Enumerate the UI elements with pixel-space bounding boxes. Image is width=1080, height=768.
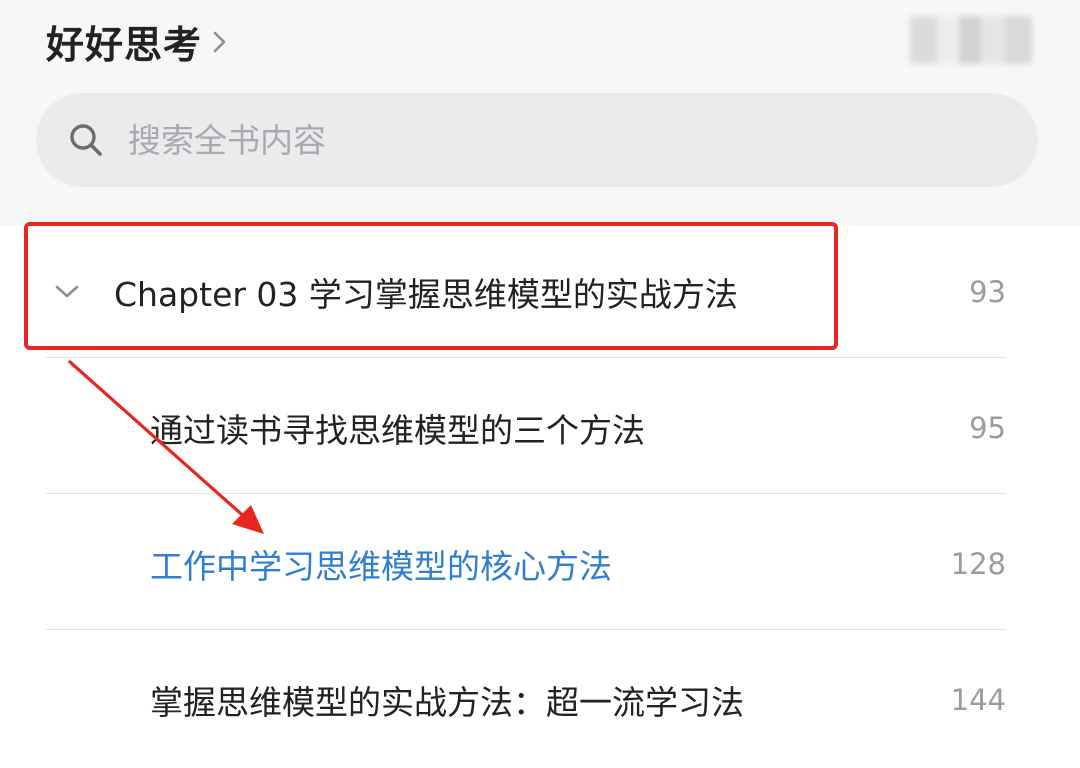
section-title: 通过读书寻找思维模型的三个方法 <box>150 411 645 450</box>
chapter-title: Chapter 03 学习掌握思维模型的实战方法 <box>114 275 738 314</box>
chapter-page-number: 93 <box>969 275 1006 309</box>
divider <box>46 357 1006 358</box>
search-icon <box>66 120 106 160</box>
chevron-down-icon[interactable] <box>52 277 82 307</box>
search-bar[interactable] <box>36 93 1038 187</box>
section-page-number: 128 <box>950 547 1006 581</box>
section-title-active: 工作中学习思维模型的核心方法 <box>150 547 612 586</box>
toc-section-row[interactable]: 通过读书寻找思维模型的三个方法 95 <box>46 360 1006 496</box>
section-page-number: 144 <box>950 683 1006 717</box>
divider <box>46 493 1006 494</box>
toc-section-row[interactable]: 掌握思维模型的实战方法：超一流学习法 144 <box>46 632 1006 768</box>
chevron-right-icon <box>212 25 234 59</box>
redacted-avatar <box>910 16 1032 64</box>
book-title: 好好思考 <box>46 23 203 67</box>
section-title: 掌握思维模型的实战方法：超一流学习法 <box>150 683 744 722</box>
divider <box>46 629 1006 630</box>
book-header: 好好思考 <box>0 0 1080 225</box>
section-page-number: 95 <box>969 411 1006 445</box>
book-title-link[interactable]: 好好思考 <box>46 14 234 69</box>
search-input[interactable] <box>126 119 1038 161</box>
toc-chapter-row[interactable]: Chapter 03 学习掌握思维模型的实战方法 93 <box>46 224 1006 360</box>
toc-section-row-active[interactable]: 工作中学习思维模型的核心方法 128 <box>46 496 1006 632</box>
